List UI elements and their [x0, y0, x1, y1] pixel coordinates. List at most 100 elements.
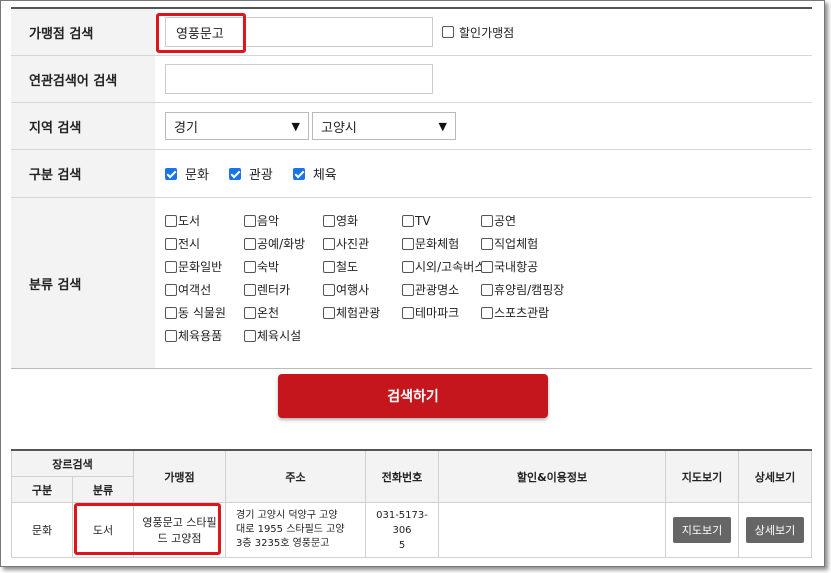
- category-checkbox[interactable]: [244, 306, 256, 319]
- category-option[interactable]: 문화일반: [165, 258, 244, 275]
- category-option[interactable]: 테마파크: [402, 304, 481, 321]
- category-checkbox[interactable]: [402, 237, 414, 250]
- city-select[interactable]: 고양시 ▼: [312, 112, 456, 140]
- category-checkbox[interactable]: [165, 237, 177, 250]
- category-option[interactable]: 공연: [481, 212, 571, 229]
- province-select[interactable]: 경기 ▼: [165, 112, 309, 140]
- category-checkbox[interactable]: [165, 283, 177, 296]
- category-option[interactable]: 영화: [323, 212, 402, 229]
- category-checkbox[interactable]: [244, 260, 256, 273]
- category-option-label: 동 식물원: [178, 306, 226, 320]
- cell-address: 경기 고양시 덕양구 고양 대로 1955 스타필드 고양 3층 3235호 영…: [225, 502, 366, 558]
- category-checkbox[interactable]: [402, 260, 414, 273]
- address-line1: 경기 고양시 덕양구 고양: [236, 510, 338, 521]
- header-info: 할인&이용정보: [438, 449, 666, 503]
- cell-info: [438, 502, 666, 558]
- category-checkbox[interactable]: [481, 260, 493, 273]
- category-option-label: 테마파크: [415, 306, 460, 320]
- chevron-down-icon: ▼: [438, 119, 447, 133]
- category-option-label: 음악: [257, 214, 280, 228]
- category-option[interactable]: 휴양림/캠핑장: [481, 281, 571, 298]
- category-option-label: 체육시설: [257, 329, 302, 343]
- category-option[interactable]: 사진관: [323, 235, 402, 252]
- category-option[interactable]: 전시: [165, 235, 244, 252]
- category-option-label: 국내항공: [494, 260, 539, 274]
- discount-label: 할인가맹점: [459, 25, 515, 40]
- category-option[interactable]: 관광명소: [402, 281, 481, 298]
- category-option[interactable]: 체험관광: [323, 304, 402, 321]
- category-checkbox[interactable]: [165, 306, 177, 319]
- type-checkbox-tourism[interactable]: [228, 167, 241, 180]
- category-checkbox[interactable]: [402, 306, 414, 319]
- type-checkbox-sports[interactable]: [292, 167, 305, 180]
- category-checkbox[interactable]: [165, 329, 177, 342]
- category-option[interactable]: 음악: [244, 212, 323, 229]
- category-checkbox[interactable]: [244, 329, 256, 342]
- search-form: 가맹점 검색 영풍문고 할인가맹점 연관검색어 검색 지역 검색 경기 ▼ 고양…: [11, 7, 812, 369]
- detail-button[interactable]: 상세보기: [745, 517, 805, 543]
- category-option[interactable]: 체육시설: [244, 327, 323, 344]
- type-checkbox-culture[interactable]: [165, 167, 177, 180]
- category-checkbox[interactable]: [402, 214, 414, 227]
- category-option[interactable]: 여행사: [323, 281, 402, 298]
- category-checkbox[interactable]: [244, 237, 256, 250]
- header-category: 분류: [72, 476, 134, 503]
- category-option[interactable]: 도서: [165, 212, 244, 229]
- category-checkbox[interactable]: [481, 237, 493, 250]
- category-option[interactable]: 렌터카: [244, 281, 323, 298]
- category-checkbox[interactable]: [481, 214, 493, 227]
- category-option-label: 전시: [178, 237, 201, 251]
- related-search-input[interactable]: [165, 64, 433, 94]
- header-type: 구분: [11, 476, 73, 503]
- header-merchant: 가맹점: [133, 449, 226, 503]
- category-checkbox[interactable]: [165, 260, 177, 273]
- category-option[interactable]: 시외/고속버스: [402, 258, 485, 275]
- category-option[interactable]: 여객선: [165, 281, 244, 298]
- category-checkbox[interactable]: [323, 260, 335, 273]
- category-checkbox[interactable]: [481, 283, 493, 296]
- category-checkbox[interactable]: [402, 283, 414, 296]
- category-option-label: 온천: [257, 306, 280, 320]
- category-checkbox[interactable]: [323, 306, 335, 319]
- category-option[interactable]: 동 식물원: [165, 304, 244, 321]
- category-option[interactable]: 체육용품: [165, 327, 244, 344]
- category-option[interactable]: 철도: [323, 258, 402, 275]
- category-option-label: 문화일반: [178, 260, 223, 274]
- type-row: 구분 검색 문화 관광 체육: [11, 150, 812, 198]
- category-checkbox[interactable]: [323, 283, 335, 296]
- category-option-label: 철도: [336, 260, 359, 274]
- category-option[interactable]: 스포츠관람: [481, 304, 571, 321]
- category-option[interactable]: 국내항공: [481, 258, 571, 275]
- category-checkbox[interactable]: [323, 237, 335, 250]
- cell-phone: 031-5173-306 5: [365, 502, 439, 558]
- category-checkbox[interactable]: [481, 306, 493, 319]
- highlight-box: [74, 503, 221, 555]
- category-option-label: 여행사: [336, 283, 370, 297]
- category-option[interactable]: 직업체험: [481, 235, 571, 252]
- type-option-tourism: 관광: [248, 168, 273, 183]
- address-line3: 3층 3235호 영풍문고: [236, 538, 330, 549]
- search-button[interactable]: 검색하기: [278, 374, 548, 418]
- category-option[interactable]: 숙박: [244, 258, 323, 275]
- category-checkbox[interactable]: [165, 214, 177, 227]
- merchant-label: 가맹점 검색: [11, 9, 155, 55]
- category-option-label: TV: [415, 213, 431, 228]
- category-checkbox[interactable]: [244, 283, 256, 296]
- type-label: 구분 검색: [11, 150, 155, 197]
- category-option[interactable]: 공예/화방: [244, 235, 323, 252]
- category-option[interactable]: TV: [402, 212, 481, 229]
- category-option-label: 관광명소: [415, 283, 460, 297]
- phone-line1: 031-5173-306: [376, 509, 428, 536]
- category-option-label: 스포츠관람: [494, 306, 550, 320]
- category-option[interactable]: 문화체험: [402, 235, 481, 252]
- highlight-box: [156, 13, 246, 53]
- category-option-label: 렌터카: [257, 283, 291, 297]
- category-grid: 도서 음악 영화 TV 공연전시 공예/화방 사진관 문화체험 직업체험문화일반 숙박 철도 시외/고…: [165, 212, 571, 344]
- category-option[interactable]: 온천: [244, 304, 323, 321]
- map-button[interactable]: 지도보기: [672, 517, 732, 543]
- related-label: 연관검색어 검색: [11, 56, 155, 102]
- category-checkbox[interactable]: [323, 214, 335, 227]
- category-checkbox[interactable]: [244, 214, 256, 227]
- cell-detail: 상세보기: [738, 502, 812, 558]
- discount-checkbox[interactable]: [442, 26, 454, 38]
